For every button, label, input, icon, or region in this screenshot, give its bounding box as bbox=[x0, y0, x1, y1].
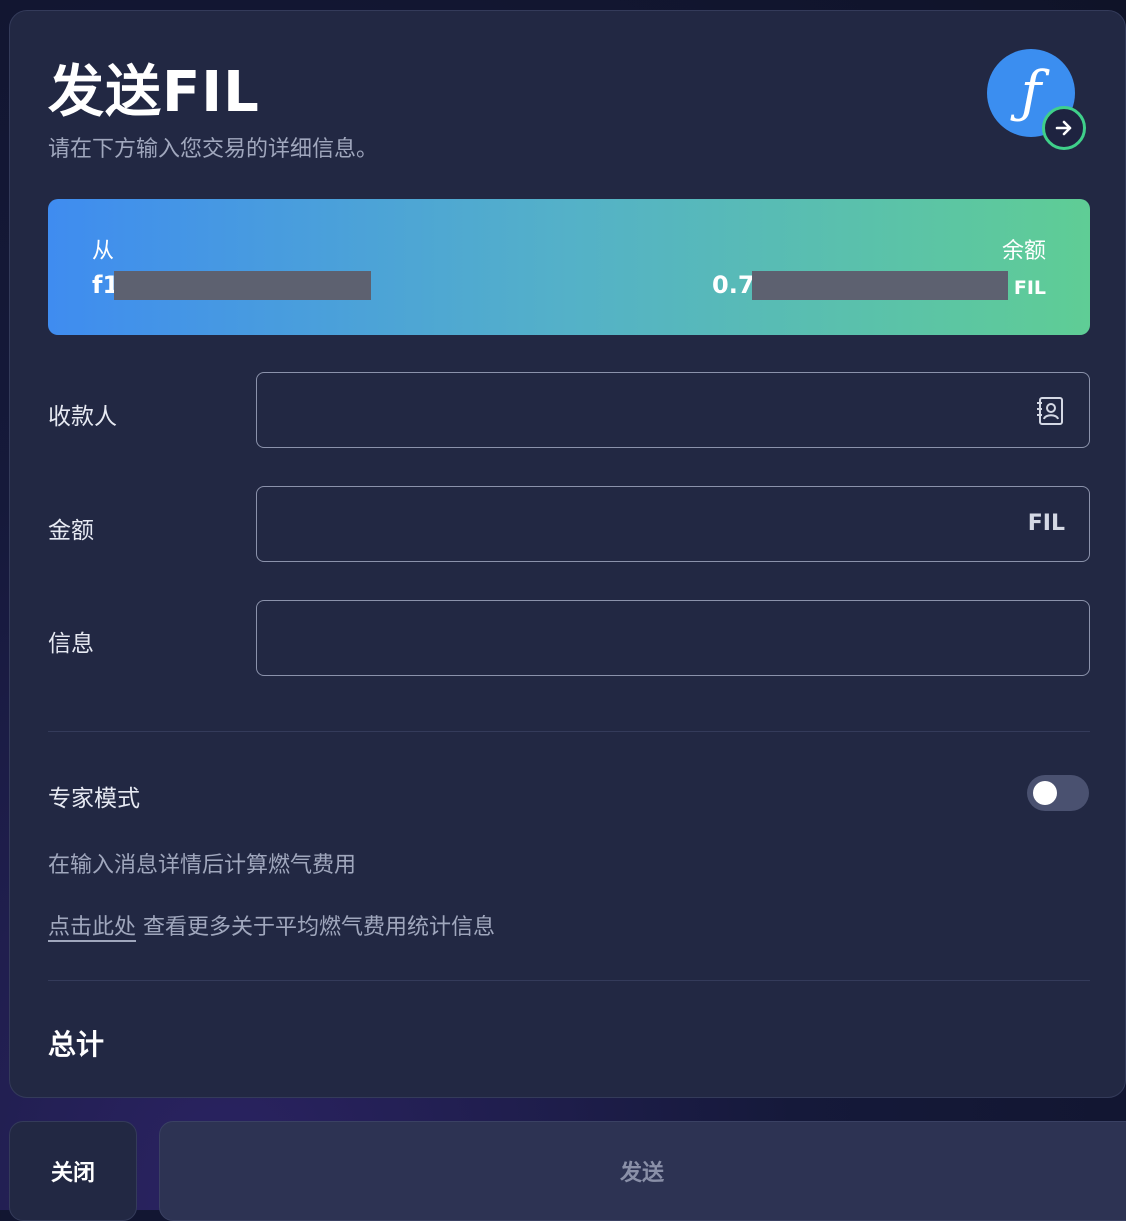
expert-mode-label: 专家模式 bbox=[48, 786, 140, 812]
balance-value: 0.7 bbox=[712, 271, 755, 299]
recipient-label: 收款人 bbox=[48, 404, 117, 430]
message-field bbox=[256, 600, 1090, 676]
close-button[interactable]: 关闭 bbox=[9, 1121, 137, 1221]
amount-field: FIL bbox=[256, 486, 1090, 562]
address-book-icon[interactable] bbox=[1035, 396, 1065, 426]
filecoin-glyph: ƒ bbox=[1020, 60, 1042, 125]
divider bbox=[48, 731, 1090, 732]
redacted-address bbox=[114, 271, 371, 300]
divider bbox=[48, 980, 1090, 981]
balance-unit: FIL bbox=[1013, 277, 1046, 299]
page-subtitle: 请在下方输入您交易的详细信息。 bbox=[48, 137, 379, 162]
message-input[interactable] bbox=[257, 601, 1089, 675]
from-label: 从 bbox=[92, 239, 115, 264]
total-label: 总计 bbox=[48, 1028, 105, 1061]
redacted-balance bbox=[752, 271, 1008, 300]
expert-mode-toggle[interactable] bbox=[1027, 775, 1089, 811]
amount-label: 金额 bbox=[48, 518, 94, 544]
balance-card: 从 f1 余额 0.7 FIL bbox=[48, 199, 1090, 335]
amount-unit: FIL bbox=[1027, 511, 1065, 536]
arrow-right-icon bbox=[1042, 106, 1086, 150]
gas-stats-link[interactable]: 点击此处 bbox=[48, 915, 136, 940]
gas-stats-text: 查看更多关于平均燃气费用统计信息 bbox=[136, 915, 496, 940]
recipient-field bbox=[256, 372, 1090, 448]
send-button[interactable]: 发送 bbox=[159, 1121, 1126, 1221]
gas-fee-note: 在输入消息详情后计算燃气费用 bbox=[48, 853, 357, 878]
recipient-input[interactable] bbox=[257, 373, 1089, 447]
gas-stats-row: 点击此处 查看更多关于平均燃气费用统计信息 bbox=[48, 909, 495, 941]
message-label: 信息 bbox=[48, 631, 94, 657]
page-title: 发送FIL bbox=[48, 60, 260, 125]
send-fil-dialog: 发送FIL 请在下方输入您交易的详细信息。 ƒ 从 f1 余额 0.7 FIL … bbox=[9, 10, 1126, 1098]
balance-label: 余额 bbox=[1001, 239, 1046, 264]
toggle-knob bbox=[1033, 781, 1057, 805]
amount-input[interactable] bbox=[257, 487, 1089, 561]
